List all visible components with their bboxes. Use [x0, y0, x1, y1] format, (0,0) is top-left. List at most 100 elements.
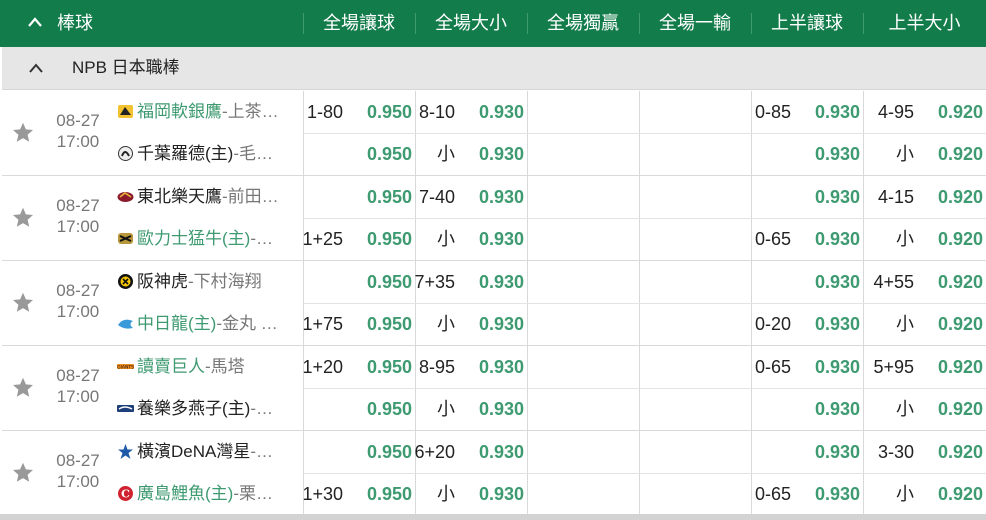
odds-value[interactable]: 0.930 [479, 176, 524, 218]
chevron-up-icon[interactable] [28, 61, 44, 75]
odds-value[interactable]: 0.930 [815, 218, 860, 260]
odds-cell-full-one-lose [639, 388, 751, 430]
odds-value[interactable]: 0.950 [367, 133, 412, 175]
odds-cell-half-handicap[interactable]: 0-65 0.930 [751, 346, 863, 388]
odds-value[interactable]: 0.930 [479, 303, 524, 345]
odds-value[interactable]: 0.930 [479, 133, 524, 175]
odds-value[interactable]: 0.930 [479, 261, 524, 303]
odds-cell-half-handicap[interactable]: 0-65 0.930 [751, 473, 863, 515]
odds-value[interactable]: 0.930 [815, 91, 860, 133]
col-header-full-over-under: 全場大小 [415, 0, 527, 47]
star-favorite-icon[interactable] [11, 291, 35, 315]
odds-cell-full-handicap[interactable]: 0.950 [303, 133, 415, 175]
odds-cell-full-handicap[interactable]: 0.950 [303, 176, 415, 218]
team-name: 廣島鯉魚(主) [137, 484, 234, 503]
odds-value[interactable]: 0.930 [815, 388, 860, 430]
odds-cell-full-handicap[interactable]: 1+30 0.950 [302, 473, 415, 515]
sport-title[interactable]: 棒球 [57, 0, 93, 47]
odds-cell-full-handicap[interactable]: 1-80 0.950 [303, 91, 415, 133]
odds-value[interactable]: 0.930 [479, 388, 524, 430]
odds-cell-full-over-under[interactable]: 7-40 0.930 [415, 176, 527, 218]
odds-cell-half-over-under[interactable]: 4+55 0.920 [863, 261, 986, 303]
odds-cell-half-handicap[interactable]: 0.930 [751, 133, 863, 175]
star-favorite-icon[interactable] [11, 206, 35, 230]
odds-value[interactable]: 0.950 [367, 346, 412, 388]
odds-value[interactable]: 0.930 [815, 133, 860, 175]
odds-value[interactable]: 0.920 [938, 218, 983, 260]
odds-cell-full-over-under[interactable]: 小 0.930 [415, 218, 527, 260]
odds-value[interactable]: 0.950 [367, 431, 412, 473]
odds-cell-full-over-under[interactable]: 8-10 0.930 [415, 91, 527, 133]
odds-value[interactable]: 0.920 [938, 261, 983, 303]
odds-cell-full-handicap[interactable]: 1+20 0.950 [302, 346, 415, 388]
odds-cell-half-over-under[interactable]: 小 0.920 [863, 473, 986, 515]
odds-value[interactable]: 0.930 [815, 176, 860, 218]
odds-cell-half-handicap[interactable]: 0.930 [751, 388, 863, 430]
odds-cell-full-handicap[interactable]: 0.950 [303, 431, 415, 473]
odds-value[interactable]: 0.920 [938, 91, 983, 133]
odds-value[interactable]: 0.920 [938, 346, 983, 388]
odds-cell-half-over-under[interactable]: 小 0.920 [863, 218, 986, 260]
league-row[interactable]: NPB 日本職棒 [2, 47, 986, 90]
odds-value[interactable]: 0.930 [815, 431, 860, 473]
odds-value[interactable]: 0.950 [367, 473, 412, 515]
col-header-full-moneyline: 全場獨贏 [527, 0, 639, 47]
odds-cell-full-over-under[interactable]: 7+35 0.930 [414, 261, 527, 303]
odds-value[interactable]: 0.950 [367, 261, 412, 303]
odds-cell-full-over-under[interactable]: 8-95 0.930 [415, 346, 527, 388]
odds-cell-full-handicap[interactable]: 1+25 0.950 [302, 218, 415, 260]
odds-value[interactable]: 0.950 [367, 91, 412, 133]
odds-cell-half-over-under[interactable]: 小 0.920 [863, 303, 986, 345]
odds-cell-full-over-under[interactable]: 6+20 0.930 [414, 431, 527, 473]
handicap-line: 小 [437, 229, 455, 249]
odds-cell-half-handicap[interactable]: 0-85 0.930 [751, 91, 863, 133]
handicap-line: 1+25 [302, 229, 343, 249]
odds-cell-full-handicap[interactable]: 1+75 0.950 [302, 303, 415, 345]
odds-value[interactable]: 0.950 [367, 388, 412, 430]
odds-cell-full-over-under[interactable]: 小 0.930 [415, 388, 527, 430]
odds-cell-half-over-under[interactable]: 3-30 0.920 [863, 431, 986, 473]
odds-cell-full-over-under[interactable]: 小 0.930 [415, 303, 527, 345]
odds-cell-full-over-under[interactable]: 小 0.930 [415, 473, 527, 515]
odds-cell-half-over-under[interactable]: 4-15 0.920 [863, 176, 986, 218]
odds-value[interactable]: 0.920 [938, 176, 983, 218]
handicap-line: 小 [896, 229, 914, 249]
odds-value[interactable]: 0.920 [938, 473, 983, 515]
sport-header: 棒球 全場讓球 全場大小 全場獨贏 全場一輸 上半讓球 上半大小 [0, 0, 986, 47]
odds-value[interactable]: 0.930 [479, 218, 524, 260]
odds-cell-half-handicap[interactable]: 0.930 [751, 431, 863, 473]
odds-value[interactable]: 0.950 [367, 218, 412, 260]
odds-value[interactable]: 0.930 [479, 431, 524, 473]
odds-cell-half-handicap[interactable]: 0-65 0.930 [751, 218, 863, 260]
odds-cell-full-handicap[interactable]: 0.950 [303, 261, 415, 303]
odds-cell-half-over-under[interactable]: 5+95 0.920 [863, 346, 986, 388]
odds-cell-half-handicap[interactable]: 0.930 [751, 176, 863, 218]
odds-cell-full-over-under[interactable]: 小 0.930 [415, 133, 527, 175]
odds-cell-half-over-under[interactable]: 4-95 0.920 [863, 91, 986, 133]
star-favorite-icon[interactable] [11, 376, 35, 400]
match-time: 17:00 [56, 132, 100, 151]
odds-value[interactable]: 0.930 [815, 473, 860, 515]
odds-value[interactable]: 0.930 [479, 346, 524, 388]
svg-text:C: C [121, 488, 130, 501]
odds-value[interactable]: 0.920 [938, 431, 983, 473]
odds-value[interactable]: 0.930 [479, 473, 524, 515]
odds-cell-full-handicap[interactable]: 0.950 [303, 388, 415, 430]
odds-value[interactable]: 0.920 [938, 388, 983, 430]
chevron-up-icon[interactable] [27, 15, 43, 29]
odds-value[interactable]: 0.950 [367, 303, 412, 345]
odds-cell-half-handicap[interactable]: 0-20 0.930 [751, 303, 863, 345]
odds-cell-half-over-under[interactable]: 小 0.920 [863, 133, 986, 175]
odds-value[interactable]: 0.930 [479, 91, 524, 133]
star-favorite-icon[interactable] [11, 461, 35, 485]
horizontal-scrollbar[interactable] [0, 514, 986, 520]
odds-value[interactable]: 0.930 [815, 303, 860, 345]
star-favorite-icon[interactable] [11, 121, 35, 145]
odds-value[interactable]: 0.950 [367, 176, 412, 218]
odds-value[interactable]: 0.920 [938, 133, 983, 175]
odds-cell-half-over-under[interactable]: 小 0.920 [863, 388, 986, 430]
odds-value[interactable]: 0.920 [938, 303, 983, 345]
odds-value[interactable]: 0.930 [815, 261, 860, 303]
odds-value[interactable]: 0.930 [815, 346, 860, 388]
odds-cell-half-handicap[interactable]: 0.930 [751, 261, 863, 303]
